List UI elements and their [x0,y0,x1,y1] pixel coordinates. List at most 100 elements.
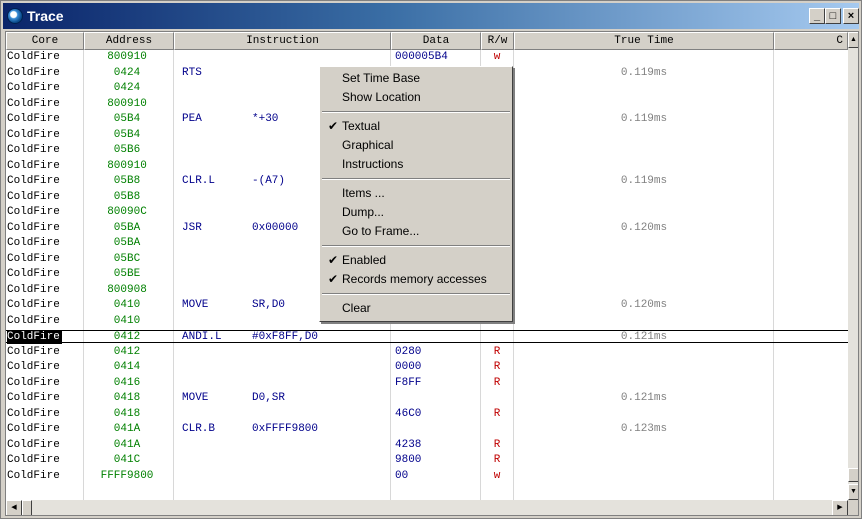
header-c[interactable]: C [774,32,848,50]
cell-core: ColdFire [7,438,60,451]
menu-item-label: Dump... [342,205,385,219]
cell-address: 05BE [113,268,141,280]
cell-address: 0410 [113,299,141,311]
header-instruction[interactable]: Instruction [174,32,391,50]
close-button[interactable]: × [843,8,859,24]
cell-core: ColdFire [7,376,60,389]
cell-instruction: CLR.L [182,175,216,187]
check-icon: ✔ [328,119,339,133]
cell-rw: R [493,407,501,420]
menu-item-instructions[interactable]: Instructions [322,155,510,174]
table-row[interactable]: ColdFire 0416 F8FF R [6,377,848,390]
cell-core: ColdFire [7,314,60,327]
title-bar[interactable]: Trace _ □ × [3,3,859,29]
table-row[interactable]: ColdFire 0418 46C0 R [6,408,848,421]
table-row[interactable]: ColdFire FFFF9800 00 w [6,470,848,483]
cell-operand: 0xFFFF9800 [252,423,319,435]
cell-address: 0412 [113,345,141,358]
menu-item-label: Instructions [342,157,404,171]
menu-item-label: Go to Frame... [342,224,420,238]
cell-core: ColdFire [7,237,60,249]
table-row[interactable]: ColdFire 0418 MOVE D0,SR 0.121ms [6,392,848,405]
cell-instruction: PEA [182,113,202,125]
trace-window: Trace _ □ × Core Address Instruction Dat… [0,0,862,519]
cell-instruction: JSR [182,221,202,234]
menu-item-records-memory-accesses[interactable]: ✔ Records memory accesses [322,270,510,289]
cell-address: 800910 [107,51,147,63]
header-address[interactable]: Address [84,32,174,50]
cell-address: 05B6 [113,144,141,156]
cell-true-time: 0.119ms [620,113,668,125]
cell-address: 05BA [113,237,141,249]
cell-address: 800910 [107,97,147,110]
cell-core: ColdFire [7,345,60,358]
header-rw[interactable]: R/w [481,32,514,50]
cell-core: ColdFire [7,392,60,404]
check-icon: ✔ [328,253,339,267]
cell-true-time: 0.120ms [620,221,668,234]
cell-true-time: 0.119ms [620,66,668,79]
menu-item-go-to-frame[interactable]: Go to Frame... [322,222,510,241]
cell-data: 0280 [395,345,422,358]
menu-item-items[interactable]: Items ... [322,184,510,203]
cell-rw: w [493,51,501,63]
cell-address: 041C [113,454,141,466]
cell-data: 4238 [395,438,422,451]
menu-item-set-time-base[interactable]: Set Time Base [322,69,510,88]
scroll-up-button[interactable]: ▲ [848,32,858,48]
maximize-icon: □ [829,10,837,22]
cell-data: 46C0 [395,407,422,420]
menu-item-show-location[interactable]: Show Location [322,88,510,107]
cell-address: 041A [113,438,141,451]
header-core[interactable]: Core [6,32,84,50]
cell-operand: 0x00000 [252,221,299,234]
menu-item-graphical[interactable]: Graphical [322,136,510,155]
menu-separator [322,245,510,247]
header-true-time[interactable]: True Time [514,32,774,50]
cell-data: 0000 [395,361,422,373]
header-data[interactable]: Data [391,32,481,50]
horizontal-scroll-thumb[interactable] [22,500,32,515]
cell-core: ColdFire [7,175,60,187]
table-row[interactable]: ColdFire 0414 0000 R [6,361,848,374]
table-row[interactable]: ColdFire 041A 4238 R [6,439,848,452]
menu-item-textual[interactable]: ✔ Textual [322,117,510,136]
cell-rw: R [493,454,501,466]
resize-grip[interactable] [848,500,858,515]
vertical-scrollbar[interactable]: ▲ ▼ [848,32,858,500]
cell-core: ColdFire [7,82,60,94]
table-row[interactable]: ColdFire 041C 9800 R [6,454,848,467]
menu-separator [322,178,510,180]
cell-instruction: MOVE [182,392,209,404]
cell-operand: D0,SR [252,392,286,404]
cell-instruction: CLR.B [182,423,216,435]
cell-core: ColdFire [7,159,60,172]
horizontal-scrollbar[interactable]: ◀ ▶ [6,500,848,515]
minimize-button[interactable]: _ [809,8,825,24]
maximize-button[interactable]: □ [825,8,841,24]
menu-item-dump[interactable]: Dump... [322,203,510,222]
scroll-down-button[interactable]: ▼ [848,484,858,500]
vertical-scroll-thumb[interactable] [848,468,858,482]
table-row[interactable]: ColdFire 0412 0280 R [6,346,848,359]
window-title: Trace [27,8,64,24]
table-row[interactable]: ColdFire 800910 000005B4 w [6,51,848,64]
scroll-right-icon: ▶ [837,504,843,511]
cell-true-time: 0.121ms [620,392,668,404]
scroll-right-button[interactable]: ▶ [832,500,848,515]
cell-core: ColdFire [7,128,60,141]
menu-item-enabled[interactable]: ✔ Enabled [322,251,510,270]
cell-true-time: 0.123ms [620,423,668,435]
scroll-left-button[interactable]: ◀ [6,500,22,515]
cell-core: ColdFire [7,423,60,435]
cell-instruction: RTS [182,66,202,79]
app-icon[interactable] [7,8,23,24]
close-icon: × [847,10,855,22]
cell-rw: w [493,469,501,482]
table-row-selected[interactable]: ColdFire 0412 ANDI.L #0xF8FF,D0 0.121ms [6,330,848,344]
context-menu: Set Time Base Show Location ✔ Textual Graphi… [319,66,513,322]
table-row[interactable]: ColdFire 041A CLR.B 0xFFFF9800 0.123ms [6,423,848,436]
menu-item-clear[interactable]: Clear [322,299,510,318]
cell-core: ColdFire [7,51,60,63]
cell-core: ColdFire [7,283,60,296]
